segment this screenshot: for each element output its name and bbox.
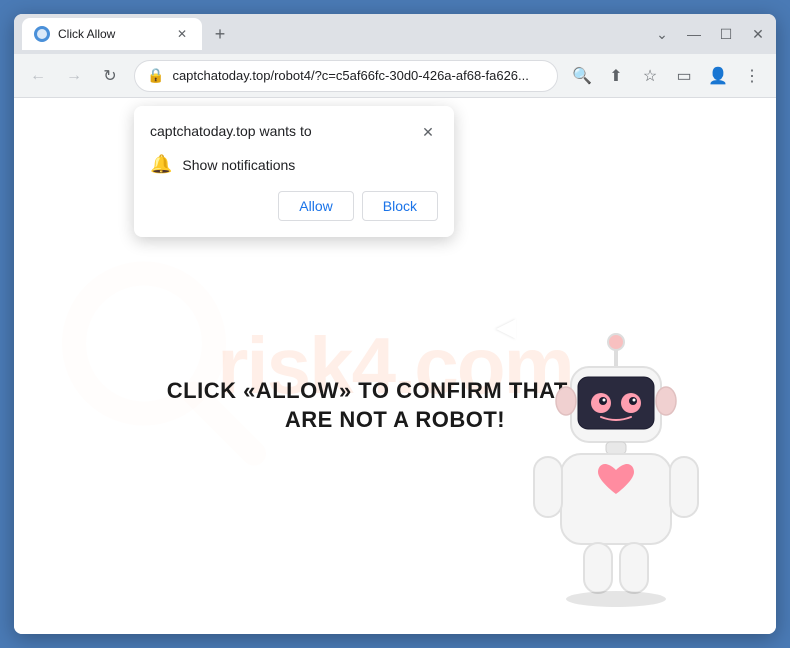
active-tab[interactable]: Click Allow ✕ — [22, 18, 202, 50]
notification-popup: captchatoday.top wants to ✕ 🔔 Show notif… — [134, 106, 454, 237]
block-button[interactable]: Block — [362, 191, 438, 221]
bookmark-button[interactable]: ☆ — [634, 60, 666, 92]
url-text: captchatoday.top/robot4/?c=c5af66fc-30d0… — [172, 68, 545, 83]
share-button[interactable]: ⬆ — [600, 60, 632, 92]
tab-favicon — [34, 26, 50, 42]
notif-close-button[interactable]: ✕ — [418, 122, 438, 142]
back-button[interactable]: ← — [22, 60, 54, 92]
lock-icon: 🔒 — [147, 67, 164, 84]
notif-popup-header: captchatoday.top wants to ✕ — [150, 122, 438, 142]
notif-popup-title: captchatoday.top wants to — [150, 122, 328, 142]
title-bar-chevron-icon[interactable]: ⌄ — [652, 24, 672, 44]
bell-icon: 🔔 — [150, 154, 172, 175]
nav-actions: 🔍 ⬆ ☆ ▭ 👤 ⋮ — [566, 60, 768, 92]
minimize-button[interactable]: — — [684, 24, 704, 44]
sidebar-button[interactable]: ▭ — [668, 60, 700, 92]
tab-close-button[interactable]: ✕ — [174, 26, 190, 42]
menu-button[interactable]: ⋮ — [736, 60, 768, 92]
notif-permission-row: 🔔 Show notifications — [150, 154, 438, 175]
refresh-button[interactable]: ↻ — [94, 60, 126, 92]
notif-permission-text: Show notifications — [182, 157, 295, 173]
forward-button[interactable]: → — [58, 60, 90, 92]
speech-bubble-tail — [496, 319, 516, 339]
allow-button[interactable]: Allow — [278, 191, 353, 221]
robot-container — [516, 329, 716, 614]
nav-bar: ← → ↻ 🔒 captchatoday.top/robot4/?c=c5af6… — [14, 54, 776, 98]
close-button[interactable]: ✕ — [748, 24, 768, 44]
robot-illustration — [516, 329, 716, 614]
search-button[interactable]: 🔍 — [566, 60, 598, 92]
tab-bar: Click Allow ✕ + — [22, 18, 648, 50]
tab-title: Click Allow — [58, 27, 166, 41]
robot-svg — [516, 329, 716, 609]
profile-button[interactable]: 👤 — [702, 60, 734, 92]
notif-buttons: Allow Block — [150, 191, 438, 221]
new-tab-button[interactable]: + — [206, 20, 234, 48]
title-bar-controls: ⌄ — ☐ ✕ — [652, 24, 768, 44]
page-content: risk4.com captchatoday.top wants to ✕ 🔔 … — [14, 98, 776, 634]
title-bar: Click Allow ✕ + ⌄ — ☐ ✕ — [14, 14, 776, 54]
maximize-button[interactable]: ☐ — [716, 24, 736, 44]
browser-window: Click Allow ✕ + ⌄ — ☐ ✕ ← → ↻ 🔒 captchat… — [14, 14, 776, 634]
address-bar[interactable]: 🔒 captchatoday.top/robot4/?c=c5af66fc-30… — [134, 60, 558, 92]
